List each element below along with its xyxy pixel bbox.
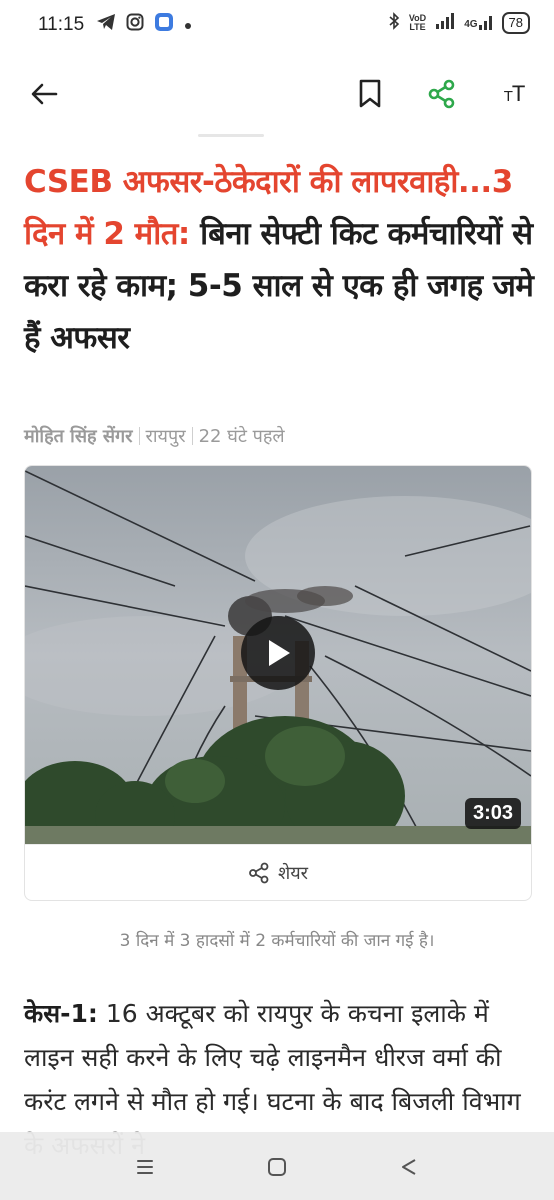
time-ago: 22 घंटे पहले — [198, 426, 285, 447]
article-toolbar: TT — [0, 52, 554, 136]
status-bar: 11:15 VoD LTE 4G 78 — [0, 0, 554, 52]
author-name[interactable]: मोहित सिंह सेंगर — [24, 424, 133, 448]
arrow-left-icon — [31, 83, 58, 105]
bookmark-button[interactable] — [350, 74, 390, 114]
menu-icon — [137, 1160, 153, 1174]
share-button[interactable] — [422, 74, 462, 114]
recent-apps-button[interactable] — [130, 1152, 160, 1182]
triangle-back-icon — [402, 1159, 416, 1175]
byline-separator — [191, 427, 193, 445]
location: रायपुर — [145, 426, 186, 447]
play-icon — [269, 640, 290, 666]
byline-separator — [138, 427, 140, 445]
case-label: केस-1: — [24, 999, 98, 1028]
signal-icon — [435, 13, 455, 33]
video-share-button[interactable]: शेयर — [25, 844, 531, 900]
video-card: 3:03 शेयर — [24, 465, 532, 901]
system-nav-bar — [0, 1132, 554, 1200]
video-thumbnail[interactable]: 3:03 — [25, 466, 531, 856]
network-4g-icon: 4G — [464, 16, 492, 30]
font-size-icon: TT — [503, 81, 526, 106]
system-icons: VoD LTE 4G 78 — [388, 12, 530, 34]
play-button[interactable] — [241, 616, 315, 690]
home-button[interactable] — [262, 1152, 292, 1182]
video-share-label: शेयर — [277, 863, 309, 884]
bookmark-icon — [359, 79, 381, 108]
home-square-icon — [268, 1158, 286, 1176]
share-icon — [249, 862, 269, 884]
bluetooth-icon — [388, 12, 400, 34]
video-duration: 3:03 — [464, 798, 521, 829]
instagram-icon — [126, 13, 144, 35]
status-time: 11:15 — [38, 14, 85, 35]
dot-icon — [184, 15, 192, 34]
byline: मोहित सिंह सेंगर रायपुर 22 घंटे पहले — [24, 424, 285, 448]
telegram-icon — [96, 13, 116, 35]
toolbar-divider — [198, 134, 264, 137]
share-icon — [428, 79, 455, 109]
article-headline: CSEB अफसर-ठेकेदारों की लापरवाही...3 दिन … — [24, 156, 534, 364]
app-icon — [154, 12, 174, 36]
video-caption: 3 दिन में 3 हादसों में 2 कर्मचारियों की … — [119, 931, 435, 951]
back-button[interactable] — [24, 74, 64, 114]
font-size-button[interactable]: TT — [494, 74, 534, 114]
system-back-button[interactable] — [394, 1152, 424, 1182]
battery-indicator: 78 — [501, 12, 530, 34]
notification-icons — [96, 12, 192, 36]
volte-icon: VoD LTE — [408, 13, 427, 32]
